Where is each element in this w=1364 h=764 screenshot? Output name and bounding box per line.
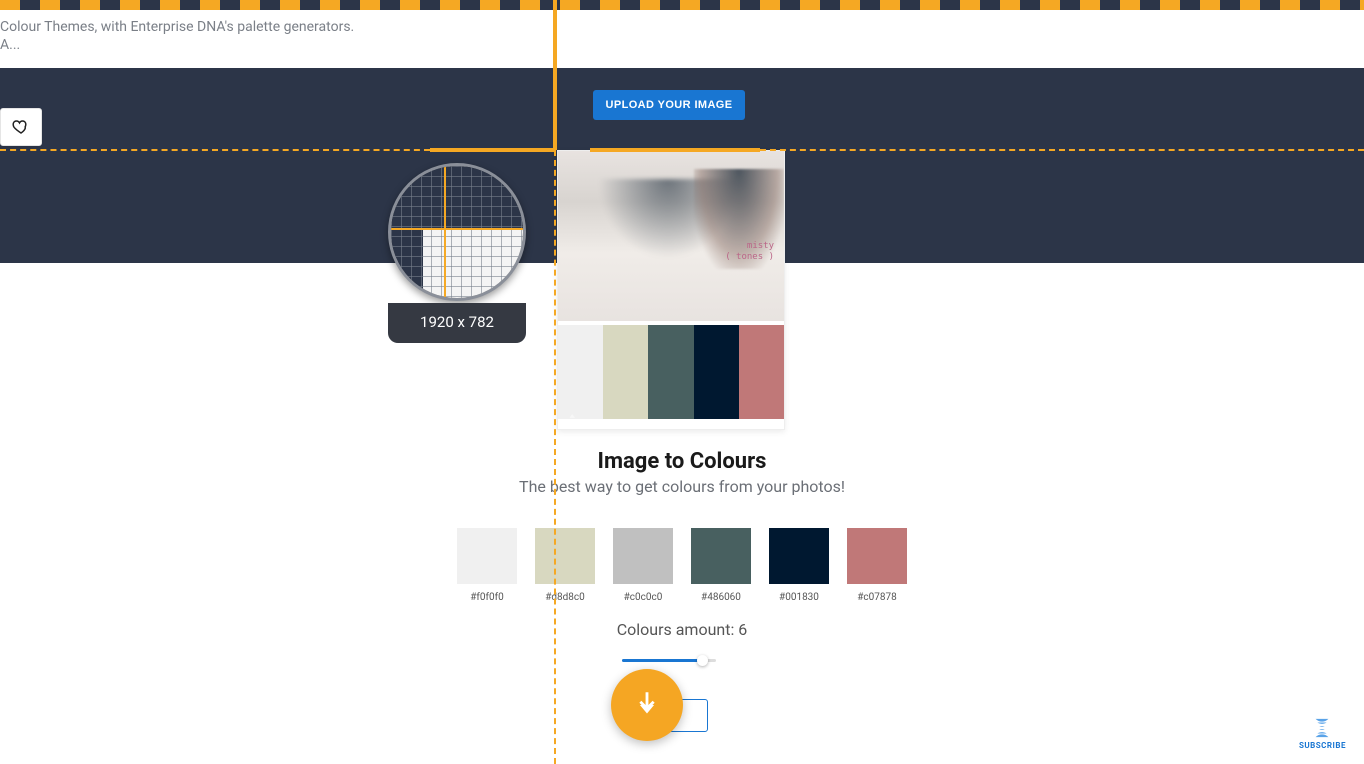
- swatch-hex: #c0c0c0: [613, 592, 673, 603]
- extracted-swatches: #f0f0f0 #d8d8c0 #c0c0c0 #486060 #001830 …: [0, 528, 1364, 603]
- header-line1: Colour Themes, with Enterprise DNA's pal…: [0, 19, 354, 35]
- preview-swatch: [648, 325, 693, 419]
- preview-swatch: [603, 325, 648, 419]
- pixel-magnifier: 1920 x 782: [388, 163, 532, 349]
- image-preview-card: misty ( tones ): [557, 150, 785, 430]
- swatch-chip: [691, 528, 751, 584]
- swatch-chip: [535, 528, 595, 584]
- arrow-down-icon: [630, 688, 664, 722]
- heart-icon: [12, 118, 30, 136]
- preview-swatch: [694, 325, 739, 419]
- header-line2: A...: [0, 36, 354, 54]
- swatch-item[interactable]: #d8d8c0: [535, 528, 595, 603]
- swatch-chip: [847, 528, 907, 584]
- swatch-chip: [769, 528, 829, 584]
- watermark-icon: [564, 405, 586, 423]
- colours-amount-slider[interactable]: [622, 656, 716, 666]
- swatch-hex: #486060: [691, 592, 751, 603]
- swatch-item[interactable]: #486060: [691, 528, 751, 603]
- download-badge[interactable]: [611, 669, 683, 741]
- section-subtitle: The best way to get colours from your ph…: [0, 477, 1364, 496]
- subscribe-label: SUBSCRIBE: [1299, 741, 1346, 750]
- favorite-button[interactable]: [0, 108, 42, 146]
- photo-overlay-text: misty ( tones ): [725, 241, 774, 263]
- upload-button[interactable]: UPLOAD YOUR IMAGE: [593, 90, 745, 120]
- swatch-item[interactable]: #001830: [769, 528, 829, 603]
- swatch-item[interactable]: #c07878: [847, 528, 907, 603]
- slider-thumb[interactable]: [697, 655, 708, 666]
- swatch-item[interactable]: #f0f0f0: [457, 528, 517, 603]
- dna-icon: [1309, 717, 1335, 739]
- colours-amount-label: Colours amount: 6: [0, 620, 1364, 639]
- preview-swatch: [739, 325, 784, 419]
- swatch-hex: #f0f0f0: [457, 592, 517, 603]
- swatch-hex: #001830: [769, 592, 829, 603]
- subscribe-widget[interactable]: SUBSCRIBE: [1299, 717, 1346, 750]
- swatch-item[interactable]: #c0c0c0: [613, 528, 673, 603]
- slider-fill: [622, 659, 699, 662]
- preview-palette-row: [558, 325, 784, 419]
- preview-photo: misty ( tones ): [558, 151, 784, 321]
- section-title: Image to Colours: [0, 449, 1364, 474]
- swatch-chip: [457, 528, 517, 584]
- header-description: Colour Themes, with Enterprise DNA's pal…: [0, 18, 354, 54]
- dimensions-readout: 1920 x 782: [388, 303, 526, 343]
- top-dashed-stripe: [0, 0, 1364, 10]
- swatch-chip: [613, 528, 673, 584]
- swatch-hex: #c07878: [847, 592, 907, 603]
- swatch-hex: #d8d8c0: [535, 592, 595, 603]
